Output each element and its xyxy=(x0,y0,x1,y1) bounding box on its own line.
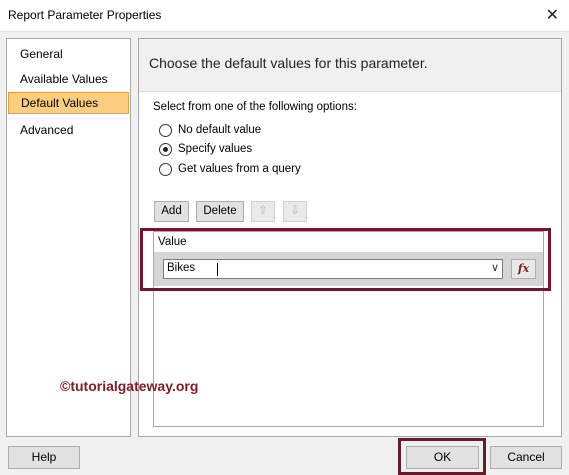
values-grid: Value Bikes ∨ fx xyxy=(153,231,544,427)
delete-button[interactable]: Delete xyxy=(196,201,244,222)
arrow-up-icon: ⇧ xyxy=(258,205,268,217)
content-panel: Choose the default values for this param… xyxy=(138,38,562,437)
nav-item-default-values[interactable]: Default Values xyxy=(8,92,129,114)
panel-heading: Choose the default values for this param… xyxy=(149,55,428,71)
chevron-down-icon[interactable]: ∨ xyxy=(491,261,499,274)
value-text: Bikes xyxy=(167,262,196,274)
move-up-button[interactable]: ⇧ xyxy=(251,201,275,222)
move-down-button[interactable]: ⇩ xyxy=(283,201,307,222)
radio-label: Get values from a query xyxy=(178,163,301,175)
options-label: Select from one of the following options… xyxy=(153,101,357,113)
cancel-button[interactable]: Cancel xyxy=(490,446,562,469)
expression-button[interactable]: fx xyxy=(511,259,536,279)
ok-button[interactable]: OK xyxy=(406,446,479,469)
nav-item-general[interactable]: General xyxy=(8,43,129,65)
add-button[interactable]: Add xyxy=(154,201,189,222)
radio-label: Specify values xyxy=(178,143,253,155)
radio-icon xyxy=(159,163,172,176)
radio-selected-icon xyxy=(159,143,172,156)
radio-icon xyxy=(159,124,172,137)
panel-header: Choose the default values for this param… xyxy=(139,39,561,92)
watermark-text: ©tutorialgateway.org xyxy=(60,378,199,394)
window-title: Report Parameter Properties xyxy=(8,8,162,22)
radio-label: No default value xyxy=(178,124,262,136)
value-combobox[interactable]: Bikes ∨ xyxy=(163,259,503,279)
help-button[interactable]: Help xyxy=(8,446,80,469)
text-caret xyxy=(217,263,218,276)
nav-item-available-values[interactable]: Available Values xyxy=(8,68,129,90)
nav-item-advanced[interactable]: Advanced xyxy=(8,119,129,141)
arrow-down-icon: ⇩ xyxy=(290,205,300,217)
title-bar: Report Parameter Properties ✕ xyxy=(0,0,569,32)
column-header-value: Value xyxy=(158,236,187,248)
fx-icon: fx xyxy=(517,262,530,275)
close-icon[interactable]: ✕ xyxy=(546,5,559,25)
